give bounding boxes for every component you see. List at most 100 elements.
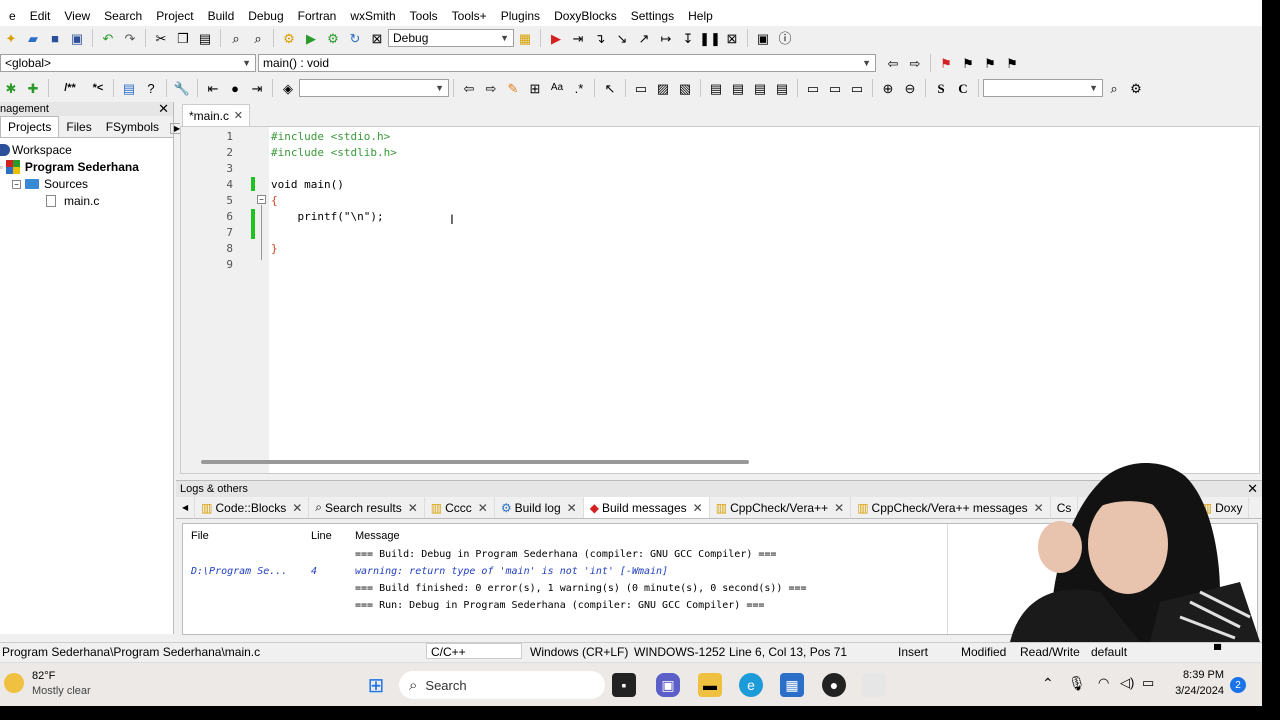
debug-windows-icon[interactable]: ▣ [754, 29, 772, 47]
build-messages-list[interactable]: File Line Message === Build: Debug in Pr… [182, 523, 1258, 635]
align-left-icon[interactable]: ▤ [707, 79, 725, 97]
menu-file[interactable]: e [2, 9, 23, 23]
status-language[interactable]: C/C++ [426, 643, 522, 659]
replace-icon[interactable]: ⌕ [249, 29, 267, 47]
column-header-line[interactable]: Line [311, 530, 332, 542]
clock-time[interactable]: 8:39 PM [1172, 669, 1224, 681]
column-header-message[interactable]: Message [355, 530, 400, 542]
battery-icon[interactable]: ▭ [1142, 675, 1154, 691]
search-combo[interactable]: ▼ [983, 79, 1103, 97]
close-icon[interactable]: ✕ [408, 501, 418, 515]
store-icon[interactable]: ▦ [780, 673, 804, 697]
menu-fortran[interactable]: Fortran [291, 9, 344, 23]
rebuild-icon[interactable]: ↻ [346, 29, 364, 47]
menu-wxsmith[interactable]: wxSmith [343, 9, 402, 23]
tab-debugger[interactable]: ger ✕ [1148, 497, 1195, 518]
chrome-icon[interactable]: ● [822, 673, 846, 697]
debug-run-icon[interactable]: ▶ [547, 29, 565, 47]
tab-build-log[interactable]: ⚙ Build log ✕ [495, 497, 584, 518]
tab-projects[interactable]: Projects [0, 116, 60, 137]
tree-file[interactable]: main.c [46, 194, 99, 208]
close-icon[interactable]: ✕ [234, 109, 243, 122]
align-center-icon[interactable]: ▤ [729, 79, 747, 97]
step-into-icon[interactable]: ↘ [613, 29, 631, 47]
debug-forward-icon[interactable]: ⇥ [248, 79, 266, 97]
jump-back-icon[interactable]: ⇦ [884, 54, 902, 72]
new-file-icon[interactable]: ✦ [2, 29, 20, 47]
menu-debug[interactable]: Debug [241, 9, 290, 23]
wrench-icon[interactable]: 🔧 [173, 79, 191, 97]
tab-search-results[interactable]: ⌕ Search results ✕ [309, 497, 425, 518]
zoom-out-icon[interactable]: ⊖ [901, 79, 919, 97]
fold-collapse-icon[interactable]: − [257, 195, 266, 204]
comment-block-icon[interactable]: /** [55, 79, 85, 97]
microphone-icon[interactable]: 🎙 [1068, 675, 1086, 692]
s-icon[interactable]: S [932, 79, 950, 97]
align-justify-icon[interactable]: ▤ [773, 79, 791, 97]
target-options-icon[interactable]: ▦ [516, 29, 534, 47]
task-view-icon[interactable]: ▪ [612, 673, 636, 697]
windows-start-icon[interactable]: ⊞ [364, 673, 388, 697]
cursor-icon[interactable]: ↖ [601, 79, 619, 97]
menu-plugins[interactable]: Plugins [494, 9, 547, 23]
chevron-up-icon[interactable]: ⌃ [1042, 675, 1054, 692]
search-icon[interactable]: ⌕ [1105, 79, 1123, 97]
jump-forward-icon[interactable]: ⇨ [906, 54, 924, 72]
column-header-file[interactable]: File [191, 530, 209, 542]
tab-cppcheck[interactable]: ▥ CppCheck/Vera++ ✕ [710, 497, 852, 518]
undo-icon[interactable]: ↶ [99, 29, 117, 47]
close-icon[interactable]: ✕ [1247, 481, 1258, 497]
align-right-icon[interactable]: ▤ [751, 79, 769, 97]
symbol-select[interactable]: ▼ [299, 79, 449, 97]
picture-icon[interactable]: ▨ [654, 79, 672, 97]
menu-search[interactable]: Search [97, 9, 149, 23]
horizontal-scrollbar[interactable] [201, 460, 749, 464]
volume-icon[interactable]: ◁) [1120, 675, 1134, 691]
codeblocks-taskbar-icon[interactable] [862, 673, 886, 697]
code-editor[interactable]: 1 2 3 4 5 6 7 8 9 − #include <stdio.h> #… [180, 126, 1260, 474]
rectangle-icon[interactable]: ▭ [632, 79, 650, 97]
menu-help[interactable]: Help [681, 9, 720, 23]
step-instruction-icon[interactable]: ↧ [679, 29, 697, 47]
teams-icon[interactable]: ▣ [656, 673, 680, 697]
bookmark-next-icon[interactable]: ⚑ [981, 54, 999, 72]
close-icon[interactable]: ✕ [1034, 501, 1044, 515]
box-icon-3[interactable]: ▭ [848, 79, 866, 97]
scope-select[interactable]: <global> ▼ [0, 54, 256, 72]
build-icon[interactable]: ⚙ [280, 29, 298, 47]
close-icon[interactable]: ✕ [478, 501, 488, 515]
close-icon[interactable]: ✕ [834, 501, 844, 515]
regex-icon[interactable]: .* [570, 79, 588, 97]
nav-back-icon[interactable]: ⇦ [460, 79, 478, 97]
open-icon[interactable]: ▰ [24, 29, 42, 47]
close-icon[interactable]: ✕ [567, 501, 577, 515]
save-all-icon[interactable]: ▣ [68, 29, 86, 47]
notification-badge[interactable]: 2 [1230, 677, 1246, 693]
highlight-icon[interactable]: ✎ [504, 79, 522, 97]
zoom-in-icon[interactable]: ⊕ [879, 79, 897, 97]
pause-icon[interactable]: ❚❚ [699, 29, 721, 47]
next-instruction-icon[interactable]: ↦ [657, 29, 675, 47]
next-line-icon[interactable]: ↴ [591, 29, 609, 47]
bookmark-toggle-icon[interactable]: ⚑ [937, 54, 955, 72]
close-icon[interactable]: ✕ [158, 101, 169, 117]
tab-doxy[interactable]: ▥ Doxy [1195, 497, 1250, 518]
text-icon[interactable]: Aa [548, 79, 566, 97]
file-explorer-icon[interactable]: ▬ [698, 673, 722, 697]
tab-fsymbols[interactable]: FSymbols [99, 117, 166, 137]
step-out-icon[interactable]: ↗ [635, 29, 653, 47]
nav-forward-icon[interactable]: ⇨ [482, 79, 500, 97]
plugin-icon[interactable]: ✱ [2, 79, 20, 97]
debug-info-icon[interactable]: ⓘ [776, 29, 794, 47]
stop-icon[interactable]: ⊠ [723, 29, 741, 47]
build-run-icon[interactable]: ⚙ [324, 29, 342, 47]
menu-view[interactable]: View [57, 9, 97, 23]
find-icon[interactable]: ⌕ [227, 29, 245, 47]
redo-icon[interactable]: ↷ [121, 29, 139, 47]
clock-date[interactable]: 3/24/2024 [1166, 685, 1224, 697]
edge-icon[interactable]: e [739, 673, 763, 697]
menu-tools[interactable]: Tools [403, 9, 445, 23]
run-to-cursor-icon[interactable]: ⇥ [569, 29, 587, 47]
c-icon[interactable]: C [954, 79, 972, 97]
tree-project[interactable]: ▫ Program Sederhana [0, 160, 139, 174]
